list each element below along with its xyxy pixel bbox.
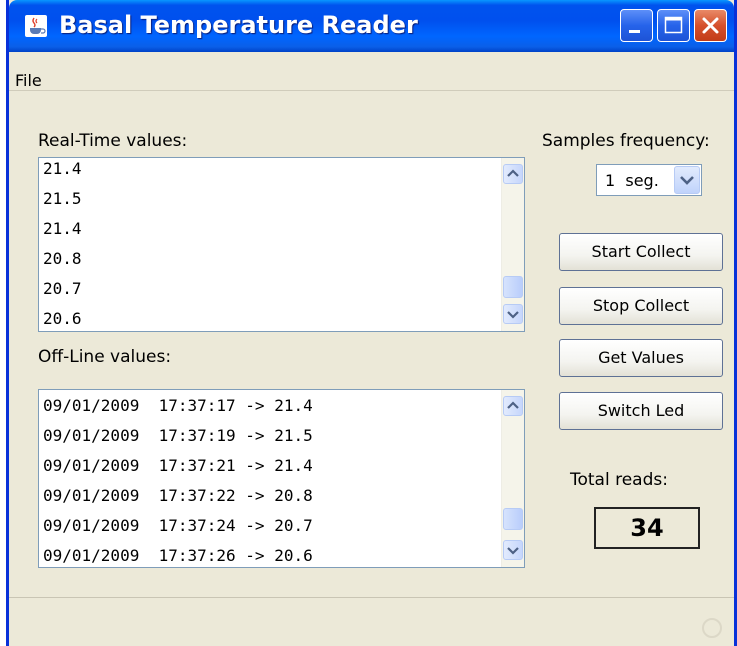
scroll-thumb[interactable] bbox=[503, 508, 523, 530]
busy-spinner-icon bbox=[702, 618, 722, 638]
status-bar bbox=[9, 597, 734, 646]
maximize-icon bbox=[664, 16, 683, 34]
switch-led-button[interactable]: Switch Led bbox=[559, 392, 723, 430]
chevron-up-icon bbox=[507, 401, 519, 409]
list-item[interactable]: 09/01/2009 17:37:26 -> 20.6 bbox=[43, 546, 313, 565]
list-item[interactable]: 20.7 bbox=[43, 279, 82, 298]
menu-file[interactable]: File bbox=[15, 71, 42, 90]
list-item[interactable]: 20.6 bbox=[43, 309, 82, 328]
list-item[interactable]: 20.8 bbox=[43, 249, 82, 268]
java-cup-icon bbox=[25, 15, 47, 37]
offline-list[interactable]: 09/01/2009 17:37:17 -> 21.4 09/01/2009 1… bbox=[38, 389, 525, 568]
menu-bar: File bbox=[9, 52, 734, 91]
title-bar[interactable]: Basal Temperature Reader bbox=[9, 0, 734, 52]
chevron-down-icon bbox=[507, 547, 519, 555]
list-item[interactable]: 09/01/2009 17:37:17 -> 21.4 bbox=[43, 396, 313, 415]
list-item[interactable]: 09/01/2009 17:37:24 -> 20.7 bbox=[43, 516, 313, 535]
samples-frequency-label: Samples frequency: bbox=[542, 131, 710, 151]
list-item[interactable]: 09/01/2009 17:37:21 -> 21.4 bbox=[43, 456, 313, 475]
realtime-list[interactable]: 21.4 21.5 21.4 20.8 20.7 20.6 bbox=[38, 157, 525, 332]
app-window: Basal Temperature Reader File Real-Time … bbox=[6, 0, 737, 646]
scroll-up-button[interactable] bbox=[503, 396, 523, 416]
list-item[interactable]: 21.5 bbox=[43, 189, 82, 208]
scroll-up-button[interactable] bbox=[503, 164, 523, 184]
start-collect-button[interactable]: Start Collect bbox=[559, 233, 723, 271]
close-icon bbox=[702, 17, 719, 34]
scroll-down-button[interactable] bbox=[503, 304, 523, 324]
dropdown-button[interactable] bbox=[674, 166, 700, 194]
stop-collect-button[interactable]: Stop Collect bbox=[559, 287, 723, 325]
get-values-button[interactable]: Get Values bbox=[559, 339, 723, 377]
window-title: Basal Temperature Reader bbox=[59, 11, 418, 39]
scroll-thumb[interactable] bbox=[503, 276, 523, 298]
minimize-button[interactable] bbox=[620, 9, 653, 42]
samples-frequency-select[interactable]: 1 seg. bbox=[596, 164, 702, 196]
close-button[interactable] bbox=[694, 9, 727, 42]
samples-frequency-value: 1 seg. bbox=[605, 171, 659, 190]
maximize-button[interactable] bbox=[657, 9, 690, 42]
total-reads-label: Total reads: bbox=[570, 470, 668, 490]
chevron-down-icon bbox=[680, 176, 694, 185]
list-item[interactable]: 09/01/2009 17:37:22 -> 20.8 bbox=[43, 486, 313, 505]
offline-scrollbar[interactable] bbox=[501, 390, 524, 567]
realtime-scrollbar[interactable] bbox=[501, 158, 524, 331]
list-item[interactable]: 21.4 bbox=[43, 219, 82, 238]
chevron-up-icon bbox=[507, 169, 519, 177]
minimize-icon bbox=[629, 30, 640, 33]
list-item[interactable]: 09/01/2009 17:37:19 -> 21.5 bbox=[43, 426, 313, 445]
offline-label: Off-Line values: bbox=[38, 347, 172, 367]
realtime-label: Real-Time values: bbox=[38, 131, 188, 151]
list-item[interactable]: 21.4 bbox=[43, 159, 82, 178]
chevron-down-icon bbox=[507, 311, 519, 319]
scroll-down-button[interactable] bbox=[503, 540, 523, 560]
total-reads-value: 34 bbox=[594, 507, 700, 549]
